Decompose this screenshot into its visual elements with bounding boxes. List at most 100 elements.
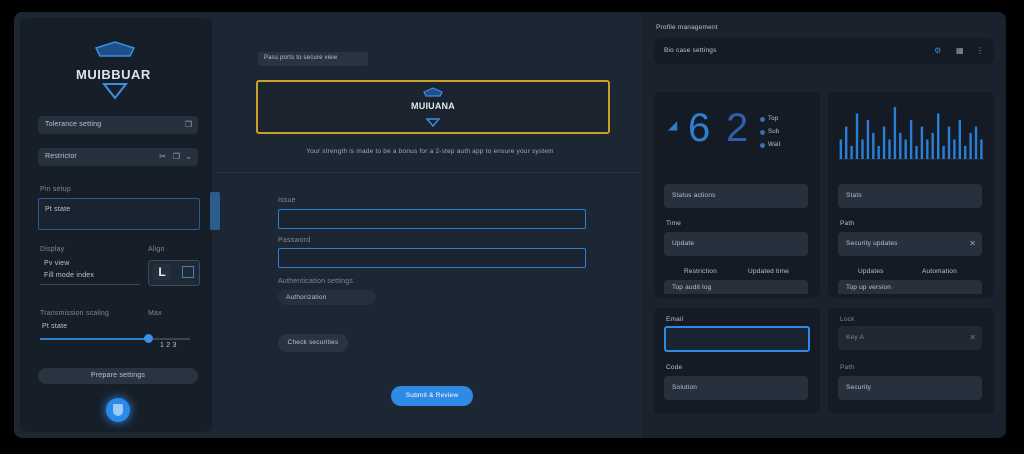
close-icon[interactable]: ✕	[969, 333, 976, 343]
activity-bar	[953, 139, 956, 159]
stats-widget-bars: Stats Path Security updates ✕ Updates Au…	[828, 92, 994, 298]
security-value: Security	[846, 384, 872, 391]
activity-bar	[920, 126, 924, 159]
key-field[interactable]: Key A ✕	[838, 326, 982, 350]
update-value: Update	[672, 240, 695, 247]
activity-bar	[893, 107, 897, 159]
slider-value: Pt state	[42, 323, 68, 330]
brand-banner: MUIUANA	[256, 80, 610, 134]
status-actions-field[interactable]: Status actions	[664, 184, 808, 208]
copy-icon[interactable]: ❐	[185, 120, 192, 130]
scissors-icon[interactable]: ✂	[159, 152, 166, 162]
lock-label: Lock	[840, 316, 855, 323]
tolerance-select-value: Tolerance setting	[45, 121, 102, 128]
divider	[218, 172, 642, 173]
restrictor-select[interactable]: Restrictor ✂ ❐ ⌄	[38, 148, 198, 166]
audit-log-value: Top audit log	[672, 284, 712, 291]
check-securities-label: Check securities	[287, 339, 339, 346]
check-securities-button[interactable]: Check securities	[278, 334, 348, 352]
activity-bar	[974, 126, 978, 159]
stats-field[interactable]: Stats	[838, 184, 982, 208]
more-icon[interactable]: ⋮	[976, 46, 984, 56]
legend-wait: Wait	[768, 142, 781, 148]
path2-label: Path	[840, 364, 855, 371]
pin-setup-label: Pin setup	[40, 186, 71, 193]
security-updates-field[interactable]: Security updates ✕	[838, 232, 982, 256]
restrictor-select-value: Restrictor	[45, 153, 77, 160]
transmission-slider-fill	[40, 338, 148, 340]
lock-widget: Lock Key A ✕ Path Security	[828, 308, 994, 414]
app-frame: MUIBBUAR Tolerance setting ❐ Restrictor …	[14, 12, 1006, 438]
tolerance-select[interactable]: Tolerance setting ❐	[38, 116, 198, 134]
activity-bar	[909, 120, 913, 159]
email-input[interactable]	[664, 326, 810, 352]
activity-bar	[958, 120, 961, 159]
authorization-dropdown-value: Authorization	[286, 294, 327, 301]
legend-top: Top	[768, 116, 779, 122]
page-badge: Pass ports to secure view	[258, 52, 368, 66]
submit-review-label: Submit & Review	[405, 392, 459, 399]
form-caption: Your strength is made to be a bonus for …	[306, 148, 554, 155]
display-value: Pv view	[44, 260, 70, 267]
close-icon[interactable]: ✕	[969, 239, 976, 249]
activity-bar	[937, 113, 940, 159]
align-label: Align	[148, 246, 165, 253]
password-label: Password	[278, 237, 311, 244]
settings-icon[interactable]: ⚙	[934, 46, 941, 56]
authentication-label: Authentication settings	[278, 278, 354, 285]
align-toggle[interactable]: L	[148, 260, 200, 286]
legend-sub: Sub	[768, 129, 780, 135]
password-input[interactable]	[278, 248, 586, 268]
activity-bar	[861, 139, 864, 159]
pin-state-textarea[interactable]: Pt state	[38, 198, 200, 230]
brand-banner-text: MUIUANA	[411, 101, 455, 111]
activity-bar	[964, 146, 967, 159]
key-value: Key A	[846, 334, 864, 341]
prepare-settings-button[interactable]: Prepare settings	[38, 368, 198, 384]
legend-dot	[760, 143, 765, 148]
brand-logo-text: MUIBBUAR	[76, 67, 151, 82]
transmission-label: Transmission scaling	[40, 310, 110, 317]
grid-icon[interactable]: ▦	[956, 46, 964, 56]
transmission-slider-track[interactable]	[40, 334, 190, 343]
version-field[interactable]: Top up version	[838, 280, 982, 294]
update-field[interactable]: Update	[664, 232, 808, 256]
legend-dot	[760, 117, 765, 122]
updates-label: Updates	[858, 268, 884, 275]
profile-header-title: Profile management	[656, 24, 718, 31]
solution-field[interactable]: Solution	[664, 376, 808, 400]
expand-icon[interactable]	[182, 266, 194, 278]
activity-bar	[888, 139, 891, 159]
chevron-down-icon[interactable]: ⌄	[185, 152, 192, 162]
activity-bar	[942, 146, 945, 159]
security-field[interactable]: Security	[838, 376, 982, 400]
shield-fab-button[interactable]	[106, 398, 130, 422]
display-label: Display	[40, 246, 65, 253]
right-panel: Profile management Bio case settings ⚙ ▦…	[642, 12, 1006, 438]
activity-bar	[931, 133, 934, 159]
activity-bar	[926, 139, 929, 159]
page-badge-text: Pass ports to secure view	[264, 55, 338, 61]
status-actions-value: Status actions	[672, 192, 716, 199]
copy-icon[interactable]: ❐	[173, 152, 180, 162]
prepare-settings-label: Prepare settings	[90, 372, 146, 379]
profile-search-bar[interactable]: Bio case settings ⚙ ▦ ⋮	[654, 38, 994, 64]
activity-bar	[899, 133, 902, 159]
digit-right: 2	[726, 106, 749, 150]
align-left-option[interactable]: L	[153, 264, 171, 280]
activity-bar	[980, 139, 983, 159]
divider	[40, 284, 140, 285]
path-label: Path	[840, 220, 855, 227]
stats-value: Stats	[846, 192, 862, 199]
transmission-slider-thumb[interactable]	[144, 334, 153, 343]
audit-log-field[interactable]: Top audit log	[664, 280, 808, 294]
authorization-dropdown[interactable]: Authorization	[278, 290, 376, 305]
activity-bar	[855, 113, 859, 159]
activity-bar	[839, 139, 842, 159]
slider-end-value: 1 2 3	[160, 342, 177, 349]
activity-bar	[969, 133, 972, 159]
activity-bar	[845, 126, 848, 159]
solution-value: Solution	[672, 384, 698, 391]
issue-input[interactable]	[278, 209, 586, 229]
submit-review-button[interactable]: Submit & Review	[391, 386, 473, 406]
